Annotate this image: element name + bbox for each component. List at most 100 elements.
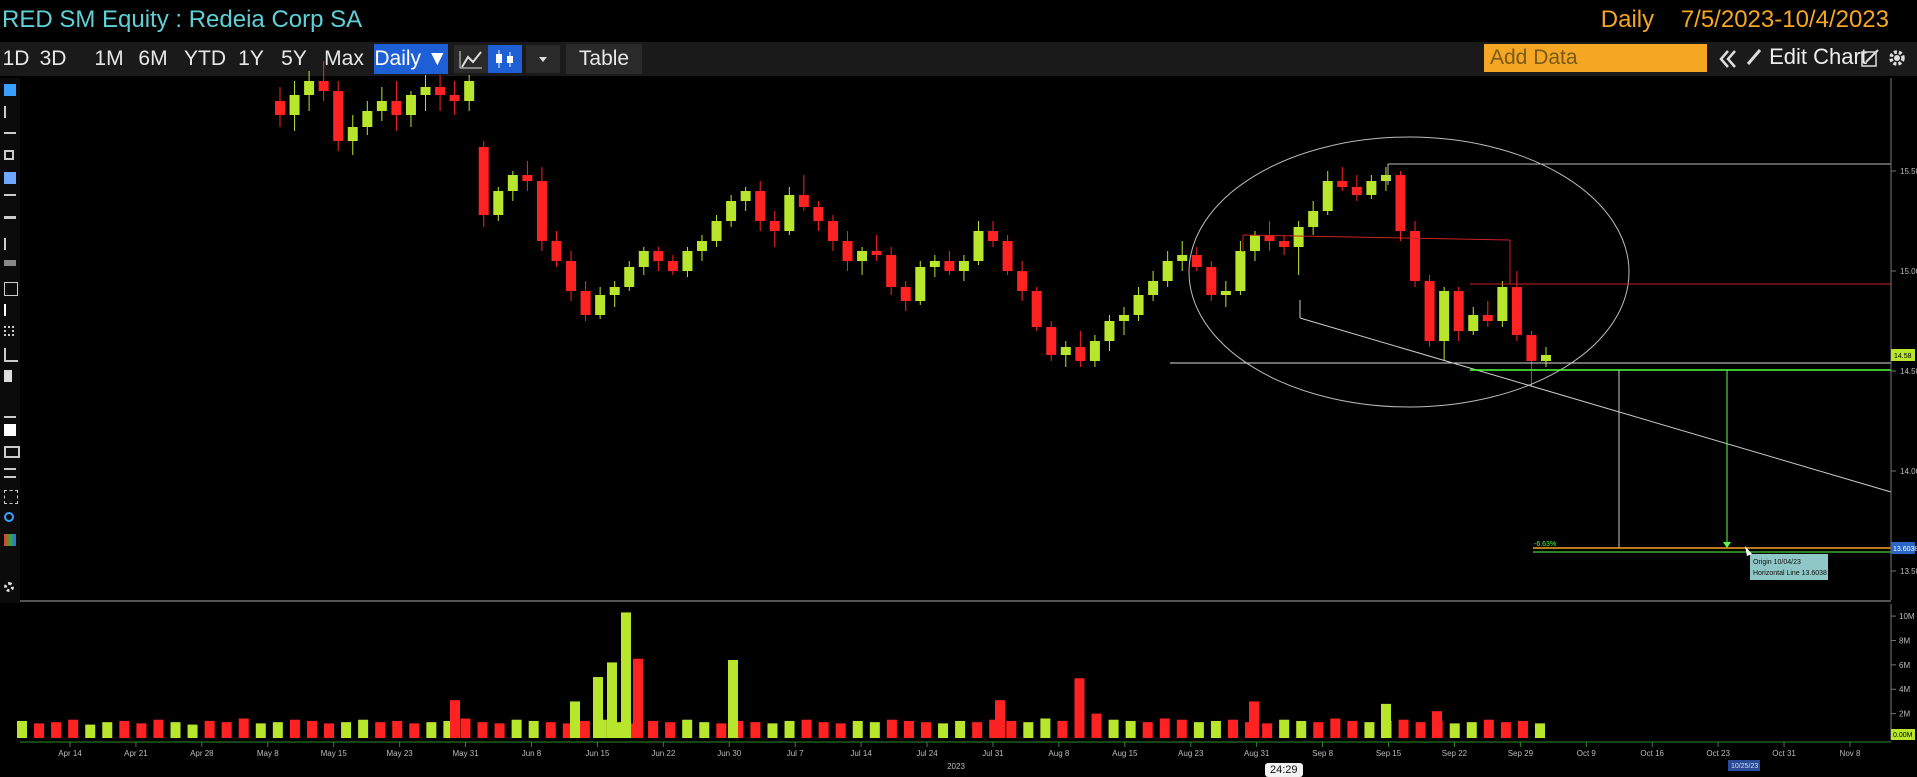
volume-bar (972, 722, 983, 738)
select-tool-icon[interactable] (4, 348, 18, 362)
volume-bar (1466, 722, 1477, 738)
x-tick-label: Sep 15 (1376, 749, 1402, 758)
range-1y-button[interactable]: 1Y (236, 44, 266, 74)
table-button[interactable]: Table (566, 44, 642, 74)
color-tool-icon[interactable] (4, 534, 16, 546)
candle-body (726, 201, 737, 221)
date-range-label[interactable]: 7/5/2023-10/4/2023 (1681, 6, 1889, 33)
range-3d-button[interactable]: 3D (36, 44, 70, 74)
ray-tool-icon[interactable] (4, 128, 16, 134)
volume-tick-label: 10M (1899, 612, 1915, 621)
title-bar: RED SM Equity : Redeia Corp SA Daily 7/5… (0, 0, 1917, 42)
chart-type-dropdown-icon[interactable] (526, 45, 560, 73)
volume-bar (1108, 719, 1119, 738)
pen-tool-icon[interactable] (4, 238, 18, 250)
volume-bar (392, 720, 403, 738)
volume-bar (596, 719, 607, 738)
line-value-label: 13.6038 (1893, 546, 1917, 553)
range-1d-button[interactable]: 1D (0, 44, 32, 74)
annotation-tooltip (1750, 554, 1828, 580)
fib-tool-icon[interactable] (4, 172, 16, 184)
x-tick-label: Sep 22 (1442, 749, 1468, 758)
dashed-tool-icon[interactable] (4, 490, 18, 504)
pencil-icon (1746, 49, 1762, 65)
candle-body (624, 267, 635, 287)
brush-tool-icon[interactable] (4, 260, 16, 266)
candle-body (1264, 235, 1275, 241)
volume-bar (938, 723, 949, 738)
channel-tool-icon[interactable] (4, 216, 16, 219)
volume-bar (17, 720, 27, 738)
x-tick-label: Oct 16 (1640, 749, 1664, 758)
note-tool-icon[interactable] (4, 424, 16, 436)
candle-body (1177, 255, 1188, 261)
candle-body (1308, 211, 1319, 227)
candle-body (1279, 241, 1290, 247)
magnet-icon[interactable] (4, 512, 14, 522)
volume-bar (1227, 719, 1238, 738)
price-chart[interactable]: Origin 10/04/23 Horizontal Line 13.6038 … (0, 0, 1917, 775)
candlestick-chart-icon[interactable] (488, 45, 522, 73)
range-ytd-button[interactable]: YTD (180, 44, 230, 74)
settings-gear-icon[interactable] (4, 582, 14, 592)
add-data-input[interactable] (1484, 44, 1707, 72)
volume-spike-bar (607, 662, 617, 738)
candle-body (1410, 231, 1421, 281)
cursor-tool-icon[interactable] (4, 84, 16, 96)
volume-bar (358, 719, 369, 738)
volume-bar (102, 722, 113, 738)
hline-tool-icon[interactable] (4, 194, 16, 208)
line-chart-icon[interactable] (454, 45, 488, 73)
edit-icon[interactable] (1860, 48, 1880, 75)
line-tool-icon[interactable] (4, 106, 8, 118)
volume-bar (1074, 678, 1085, 738)
candle-body (435, 87, 446, 95)
candle-body (376, 101, 387, 111)
gear-icon[interactable] (1886, 47, 1908, 74)
candle-body (798, 195, 809, 207)
year-label: 2023 (947, 762, 965, 771)
annotation-origin: Origin 10/04/23 (1753, 559, 1801, 566)
volume-bar (955, 720, 966, 738)
candle-body (958, 261, 969, 271)
collapse-chevron-icon[interactable] (1717, 46, 1739, 72)
x-tick-label: Jun 22 (651, 749, 676, 758)
text-tool-icon[interactable] (4, 404, 16, 418)
volume-bar (494, 723, 505, 738)
candle-body (1439, 291, 1450, 341)
period-display: Daily 7/5/2023-10/4/2023 (1581, 6, 1889, 34)
range-5y-button[interactable]: 5Y (279, 44, 309, 74)
candle-body (1380, 175, 1391, 181)
volume-bar (801, 719, 812, 738)
x-tick-label: Nov 8 (1840, 749, 1861, 758)
volume-bar (1517, 720, 1528, 738)
volume-bar (477, 722, 488, 738)
trend-tool-icon[interactable] (4, 150, 14, 160)
candle-body (827, 221, 838, 241)
volume-bar (1193, 722, 1204, 738)
volume-bar (750, 722, 761, 738)
window-tool-icon[interactable] (4, 446, 20, 458)
edit-chart-button[interactable]: Edit Chart (1745, 44, 1867, 70)
volume-tick-label: 6M (1899, 661, 1910, 670)
candle-body (405, 95, 416, 115)
frequency-dropdown[interactable]: Daily ▼ (374, 44, 448, 74)
volume-bar (784, 720, 795, 738)
move-tool-icon[interactable] (4, 326, 14, 336)
ruler-tool-icon[interactable] (4, 304, 18, 316)
volume-bar (648, 720, 659, 738)
volume-bar (34, 723, 45, 738)
candle-body (1060, 347, 1071, 355)
volume-tick-label: 2M (1899, 710, 1910, 719)
range-1m-button[interactable]: 1M (90, 44, 128, 74)
volume-bar (528, 720, 539, 738)
delete-icon[interactable] (4, 370, 12, 382)
range-max-button[interactable]: Max (320, 44, 368, 74)
range-6m-button[interactable]: 6M (134, 44, 172, 74)
candle-body (420, 87, 431, 95)
range-tool-icon[interactable] (4, 282, 18, 296)
candle-body (1002, 241, 1013, 271)
list-tool-icon[interactable] (4, 468, 16, 478)
volume-bar (733, 720, 744, 738)
x-tick-label: Jul 31 (982, 749, 1004, 758)
